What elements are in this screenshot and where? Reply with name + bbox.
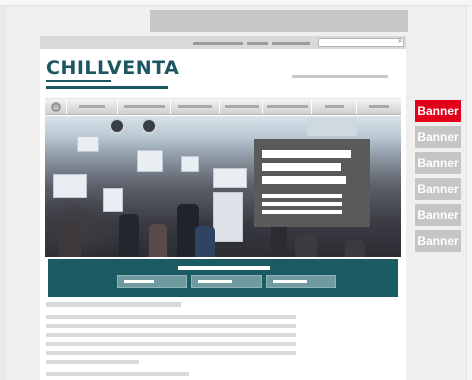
article-heading: [46, 302, 181, 307]
quicklinks-title: [178, 266, 270, 270]
sidebar-banner-1[interactable]: Banner: [415, 100, 461, 122]
leaderboard-ad-placeholder[interactable]: [150, 10, 408, 32]
hall-window: [307, 118, 357, 136]
fan-unit: [109, 118, 125, 134]
browser-top-edge: [0, 0, 472, 6]
sidebar-banner-6[interactable]: Banner: [415, 230, 461, 252]
sidebar-banner-4[interactable]: Banner: [415, 178, 461, 200]
visitor: [149, 224, 167, 257]
nav-item-2[interactable]: [119, 99, 171, 114]
home-icon: ⌂: [51, 102, 61, 112]
article-text-line: [46, 333, 296, 337]
article-text-line: [46, 324, 296, 328]
visitor: [59, 220, 81, 257]
nav-item-5[interactable]: [264, 99, 312, 114]
quicklink-button-1[interactable]: [117, 275, 187, 288]
utility-link-2[interactable]: [247, 42, 268, 45]
utility-link-3[interactable]: [272, 42, 310, 45]
exhibit-screen: [181, 156, 199, 172]
nav-item-1[interactable]: [68, 99, 118, 114]
caption-text: [262, 194, 342, 198]
exhibit-screen: [77, 136, 99, 152]
quicklink-button-3[interactable]: [266, 275, 336, 288]
visitor: [195, 226, 215, 257]
article-text-line: [46, 315, 296, 319]
sidebar-banner-5[interactable]: Banner: [415, 204, 461, 226]
article-text-line: [46, 372, 189, 376]
caption-line: [262, 176, 346, 184]
visitor: [345, 240, 365, 257]
article-text-line: [46, 351, 296, 355]
visitor: [119, 214, 139, 257]
caption-text: [262, 202, 342, 206]
nav-item-7[interactable]: [358, 99, 401, 114]
exhibit-unit: [103, 188, 123, 212]
main-navigation: ⌂: [45, 98, 401, 115]
exhibit-screen: [213, 168, 247, 188]
nav-home-button[interactable]: ⌂: [45, 99, 67, 114]
nav-item-4[interactable]: [221, 99, 263, 114]
article-text-line: [46, 342, 296, 346]
caption-line: [262, 150, 351, 158]
chillventa-logo[interactable]: CHILLVENTA: [46, 59, 179, 78]
sidebar-banner-2[interactable]: Banner: [415, 126, 461, 148]
caption-text: [262, 210, 342, 214]
fan-unit: [141, 118, 157, 134]
right-scroll-edge: [466, 6, 472, 380]
quicklink-button-2[interactable]: [191, 275, 262, 288]
utility-link-1[interactable]: [193, 42, 243, 45]
search-icon[interactable]: ⌕: [398, 37, 402, 46]
article-text-line: [46, 360, 139, 364]
exhibit-screen: [137, 150, 163, 172]
nav-item-3[interactable]: [172, 99, 220, 114]
header-tagline-placeholder: [292, 75, 388, 78]
logo-underline: [46, 80, 111, 82]
sidebar-banner-3[interactable]: Banner: [415, 152, 461, 174]
exhibit-unit: [213, 192, 243, 242]
exhibit-screen: [53, 174, 87, 198]
nav-item-6[interactable]: [313, 99, 357, 114]
logo-baseline: [46, 86, 168, 89]
visitor: [295, 234, 317, 257]
hero-caption-box[interactable]: [254, 139, 370, 227]
caption-line: [262, 163, 341, 171]
search-input[interactable]: ⌕: [318, 37, 404, 47]
left-gutter: [0, 6, 6, 380]
